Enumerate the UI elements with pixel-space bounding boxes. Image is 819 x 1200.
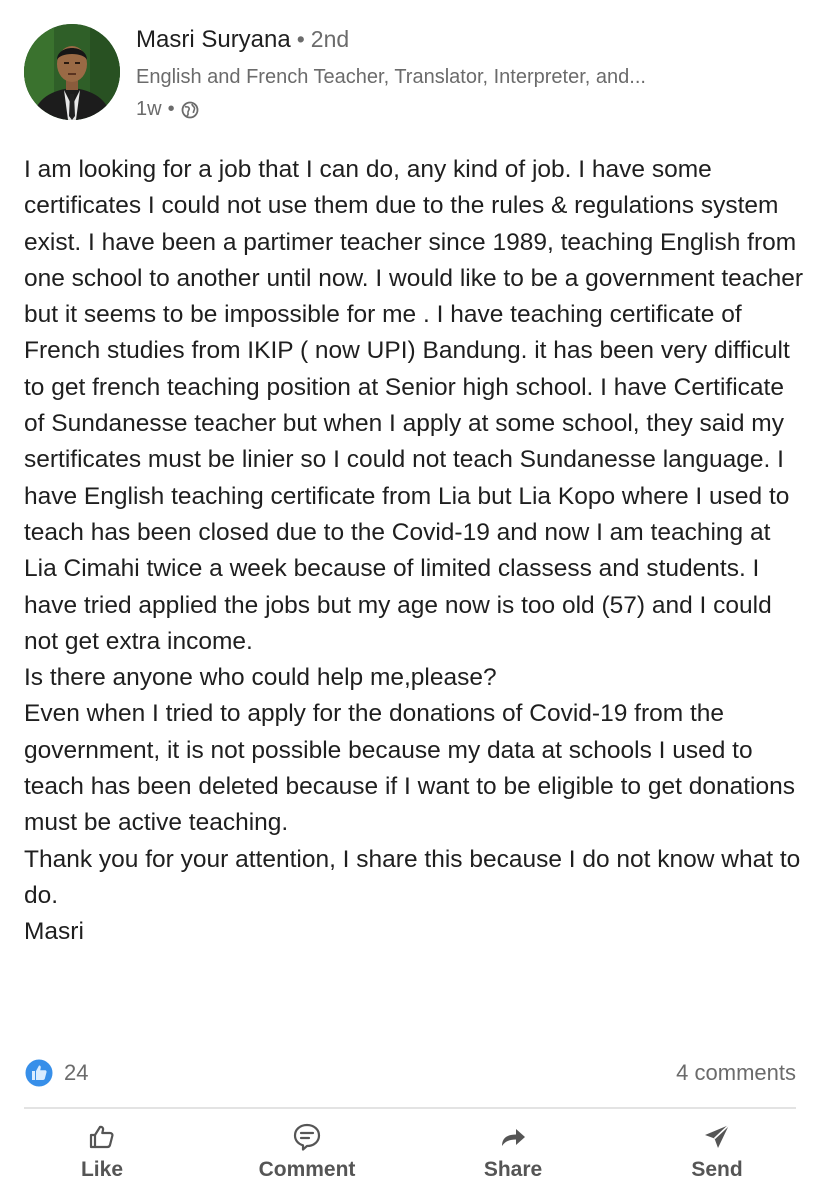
post-meta: 1w • <box>136 98 199 121</box>
share-button[interactable]: Share <box>443 1118 583 1188</box>
like-button[interactable]: Like <box>32 1118 172 1188</box>
post-header: Masri Suryana • 2nd English and French Tea… <box>24 24 804 124</box>
share-label: Share <box>483 1158 543 1181</box>
connection-degree: • 2nd <box>297 26 349 52</box>
post-paragraph: Even when I tried to apply for the donat… <box>24 700 795 837</box>
post-paragraph: Masri <box>24 918 84 946</box>
post-paragraph: Thank you for your attention, I share th… <box>24 845 801 909</box>
author-name[interactable]: Masri Suryana <box>136 26 291 53</box>
comments-count[interactable]: 4 comments <box>676 1060 796 1086</box>
post-paragraph: Is there anyone who could help me,please… <box>24 664 497 692</box>
post-time: 1w <box>136 98 162 120</box>
send-button[interactable]: Send <box>647 1118 787 1188</box>
comment-icon <box>292 1122 322 1152</box>
send-label: Send <box>691 1158 743 1181</box>
globe-icon <box>181 101 199 119</box>
post-body: I am looking for a job that I can do, an… <box>24 152 804 951</box>
thumbs-up-icon <box>87 1122 117 1152</box>
comment-label: Comment <box>258 1158 356 1181</box>
like-reaction-icon[interactable] <box>24 1058 54 1088</box>
author-headline: English and French Teacher, Translator, … <box>136 66 646 88</box>
send-icon <box>702 1122 732 1152</box>
reaction-count[interactable]: 24 <box>64 1060 88 1086</box>
connection-degree-label: 2nd <box>310 26 350 52</box>
like-label: Like <box>80 1158 124 1181</box>
author-photo <box>24 24 120 120</box>
divider <box>24 1107 796 1109</box>
author-name-line[interactable]: Masri Suryana • 2nd <box>136 26 349 54</box>
connection-separator: • <box>296 26 305 52</box>
action-bar: Like Comment Share Send <box>0 1118 819 1188</box>
post-paragraph: I am looking for a job that I can do, an… <box>24 156 804 655</box>
social-counts: 24 4 comments <box>24 1054 796 1090</box>
meta-separator: • <box>167 98 175 120</box>
author-avatar[interactable] <box>24 24 120 120</box>
comment-button[interactable]: Comment <box>237 1118 377 1188</box>
share-arrow-icon <box>498 1122 528 1152</box>
